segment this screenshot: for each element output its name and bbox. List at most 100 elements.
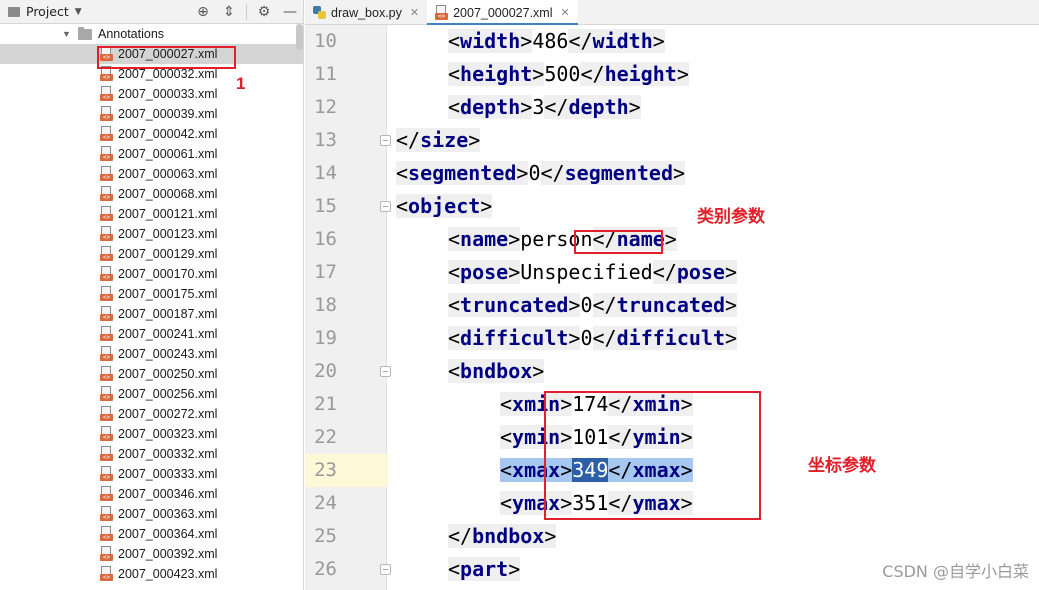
file-label: 2007_000175.xml bbox=[118, 287, 218, 301]
file-label: 2007_000392.xml bbox=[118, 547, 218, 561]
file-item[interactable]: <> 2007_000364.xml bbox=[0, 524, 303, 544]
project-panel: Project ▼ ⊕ ⇕ ⚙ — ▼ Annotations <> 2007_0… bbox=[0, 0, 304, 590]
line-number: 17 bbox=[314, 261, 337, 283]
locate-icon[interactable]: ⊕ bbox=[190, 0, 216, 24]
xml-file-icon: <> bbox=[100, 426, 114, 442]
xml-value: 0 bbox=[528, 161, 541, 185]
line-number: 14 bbox=[314, 162, 337, 184]
code-line[interactable]: <pose>Unspecified</pose> bbox=[388, 256, 1039, 289]
xml-file-icon: <> bbox=[100, 166, 114, 182]
code-line[interactable]: <width>486</width> bbox=[388, 25, 1039, 58]
file-item[interactable]: <> 2007_000423.xml bbox=[0, 564, 303, 584]
code-line[interactable]: <height>500</height> bbox=[388, 58, 1039, 91]
xml-file-icon: <> bbox=[100, 306, 114, 322]
file-item[interactable]: <> 2007_000243.xml bbox=[0, 344, 303, 364]
minimize-icon[interactable]: — bbox=[277, 0, 303, 24]
tab-label: 2007_000027.xml bbox=[453, 5, 553, 20]
gear-icon[interactable]: ⚙ bbox=[251, 0, 277, 24]
xml-bracket: > bbox=[724, 326, 738, 350]
file-label: 2007_000243.xml bbox=[118, 347, 218, 361]
file-item[interactable]: <> 2007_000170.xml bbox=[0, 264, 303, 284]
file-item[interactable]: <> 2007_000175.xml bbox=[0, 284, 303, 304]
close-icon[interactable]: ✕ bbox=[560, 6, 569, 19]
xml-bracket: < bbox=[396, 161, 409, 185]
code-line[interactable]: <depth>3</depth> bbox=[388, 91, 1039, 124]
xml-bracket: > bbox=[724, 293, 738, 317]
file-item[interactable]: <> 2007_000333.xml bbox=[0, 464, 303, 484]
xml-file-icon: <> bbox=[100, 386, 114, 402]
code-line[interactable]: <name>person</name> bbox=[388, 223, 1039, 256]
xml-bracket: < bbox=[448, 29, 461, 53]
tab-draw-box-py[interactable]: draw_box.py ✕ bbox=[305, 0, 427, 25]
line-number: 16 bbox=[314, 228, 337, 250]
xml-bracket: > bbox=[480, 194, 493, 218]
chevron-down-icon[interactable]: ▼ bbox=[75, 7, 82, 17]
file-item[interactable]: <> 2007_000123.xml bbox=[0, 224, 303, 244]
file-item[interactable]: <> 2007_000250.xml bbox=[0, 364, 303, 384]
file-item[interactable]: <> 2007_000323.xml bbox=[0, 424, 303, 444]
xml-bracket: < bbox=[448, 293, 461, 317]
line-number: 11 bbox=[314, 63, 337, 85]
code-line[interactable]: <difficult>0</difficult> bbox=[388, 322, 1039, 355]
xml-file-icon: <> bbox=[100, 446, 114, 462]
xml-file-icon: <> bbox=[100, 126, 114, 142]
file-label: 2007_000063.xml bbox=[118, 167, 218, 181]
xml-bracket: > bbox=[532, 62, 545, 86]
file-item[interactable]: <> 2007_000332.xml bbox=[0, 444, 303, 464]
code-line[interactable]: </size> bbox=[388, 124, 1039, 157]
chevron-down-icon[interactable]: ▼ bbox=[62, 29, 78, 39]
file-item[interactable]: <> 2007_000129.xml bbox=[0, 244, 303, 264]
code-line[interactable]: <bndbox> bbox=[388, 355, 1039, 388]
file-item[interactable]: <> 2007_000063.xml bbox=[0, 164, 303, 184]
xml-value: 500 bbox=[544, 62, 581, 86]
xml-bracket: > bbox=[544, 524, 557, 548]
code-line[interactable]: <truncated>0</truncated> bbox=[388, 289, 1039, 322]
file-item[interactable]: <> 2007_000392.xml bbox=[0, 544, 303, 564]
xml-bracket: < bbox=[500, 491, 513, 515]
xml-value: 3 bbox=[532, 95, 545, 119]
project-panel-header: Project ▼ ⊕ ⇕ ⚙ — bbox=[0, 0, 303, 24]
xml-file-icon: <> bbox=[435, 4, 449, 21]
code-line[interactable]: </bndbox> bbox=[388, 520, 1039, 553]
line-number: 10 bbox=[314, 30, 337, 52]
file-label: 2007_000333.xml bbox=[118, 467, 218, 481]
line-number: 22 bbox=[314, 426, 337, 448]
collapse-all-icon[interactable]: ⇕ bbox=[216, 0, 242, 24]
file-label: 2007_000364.xml bbox=[118, 527, 218, 541]
xml-tag-name: height bbox=[604, 62, 677, 86]
line-number: 19 bbox=[314, 327, 337, 349]
panel-scrollbar[interactable] bbox=[296, 24, 303, 50]
editor-tabbar: draw_box.py ✕ <> 2007_000027.xml ✕ bbox=[305, 0, 1039, 26]
file-item[interactable]: <> 2007_000068.xml bbox=[0, 184, 303, 204]
xml-bracket: < bbox=[448, 557, 461, 581]
file-item[interactable]: <> 2007_000121.xml bbox=[0, 204, 303, 224]
folder-label: Annotations bbox=[98, 27, 165, 41]
file-item[interactable]: <> 2007_000061.xml bbox=[0, 144, 303, 164]
file-label: 2007_000346.xml bbox=[118, 487, 218, 501]
fold-toggle-icon[interactable] bbox=[380, 366, 391, 377]
code-line[interactable]: <segmented>0</segmented> bbox=[388, 157, 1039, 190]
project-title[interactable]: Project bbox=[26, 4, 69, 19]
file-item[interactable]: <> 2007_000272.xml bbox=[0, 404, 303, 424]
fold-toggle-icon[interactable] bbox=[380, 135, 391, 146]
file-item[interactable]: <> 2007_000042.xml bbox=[0, 124, 303, 144]
file-item[interactable]: <> 2007_000039.xml bbox=[0, 104, 303, 124]
tab-xml-file[interactable]: <> 2007_000027.xml ✕ bbox=[427, 0, 578, 26]
file-item[interactable]: <> 2007_000346.xml bbox=[0, 484, 303, 504]
fold-toggle-icon[interactable] bbox=[380, 564, 391, 575]
xml-bracket: < bbox=[500, 458, 513, 482]
xml-bracket: > bbox=[468, 128, 481, 152]
xml-tag-name: pose bbox=[460, 260, 509, 284]
close-icon[interactable]: ✕ bbox=[410, 6, 419, 19]
xml-file-icon: <> bbox=[100, 246, 114, 262]
xml-bracket: </ bbox=[568, 29, 593, 53]
file-item[interactable]: <> 2007_000256.xml bbox=[0, 384, 303, 404]
file-item[interactable]: <> 2007_000187.xml bbox=[0, 304, 303, 324]
file-item[interactable]: <> 2007_000241.xml bbox=[0, 324, 303, 344]
xml-file-icon: <> bbox=[100, 226, 114, 242]
file-item[interactable]: <> 2007_000033.xml bbox=[0, 84, 303, 104]
folder-annotations[interactable]: ▼ Annotations bbox=[0, 24, 303, 44]
fold-toggle-icon[interactable] bbox=[380, 201, 391, 212]
xml-value: 0 bbox=[580, 326, 593, 350]
file-item[interactable]: <> 2007_000363.xml bbox=[0, 504, 303, 524]
